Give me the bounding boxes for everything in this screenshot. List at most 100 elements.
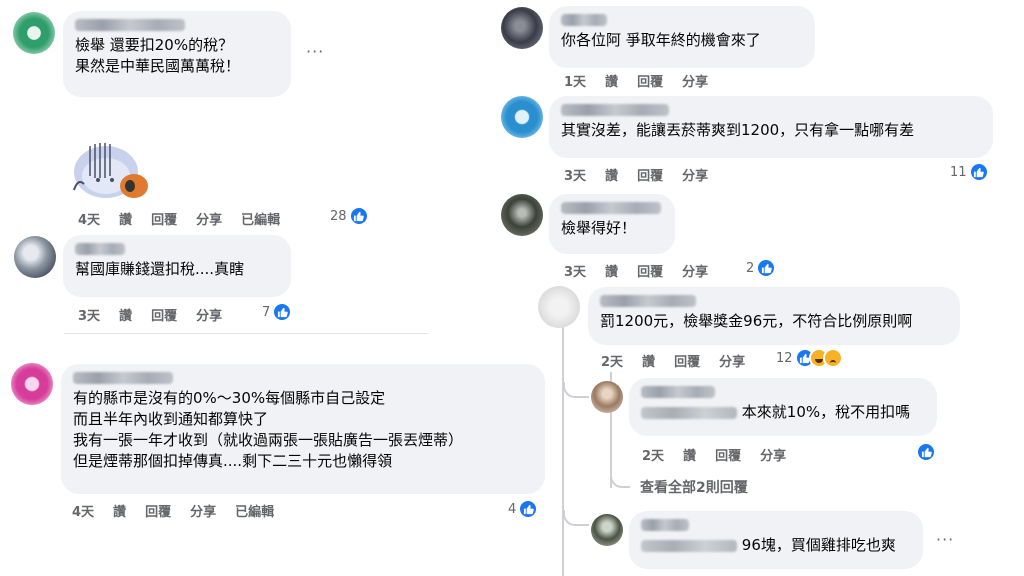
reply-button[interactable]: 回覆	[637, 165, 663, 184]
reply-button[interactable]: 回覆	[637, 71, 663, 90]
commenter-name-blurred[interactable]	[73, 372, 173, 384]
reaction-count-value: 28	[330, 208, 347, 224]
commenter-name-blurred[interactable]	[641, 386, 715, 398]
like-button[interactable]: 讚	[605, 261, 618, 280]
commenter-name-blurred[interactable]	[561, 202, 661, 214]
reaction-count[interactable]: 7	[262, 302, 293, 322]
comment-text: 而且半年內收到通知都算快了	[73, 410, 269, 428]
like-button[interactable]: 讚	[119, 305, 132, 324]
reply-connector	[563, 510, 589, 526]
timestamp[interactable]: 4天	[78, 209, 100, 228]
reaction-count[interactable]: 11	[950, 162, 989, 182]
more-dots-icon[interactable]: ···	[936, 530, 954, 549]
comment-text: 你各位阿 爭取年終的機會來了	[561, 31, 761, 49]
share-button[interactable]: 分享	[682, 165, 708, 184]
comment-actions: 1天 讚 回覆 分享	[564, 71, 727, 90]
like-button[interactable]: 讚	[113, 501, 126, 520]
reply-button[interactable]: 回覆	[145, 501, 171, 520]
reply-text-content: 96塊，買個雞排吃也爽	[741, 536, 896, 554]
separator-line	[64, 333, 428, 334]
like-button[interactable]: 讚	[119, 209, 132, 228]
comment-bubble: 檢舉 還要扣20%的稅？ 果然是中華民國萬萬稅！	[63, 11, 291, 97]
share-button[interactable]: 分享	[196, 305, 222, 324]
avatar[interactable]	[14, 236, 56, 278]
avatar[interactable]	[11, 363, 53, 405]
comment-bubble: 幫國庫賺錢還扣稅....真瞎	[63, 235, 291, 297]
comment-text: 我有一張一年才收到（就收過兩張一張貼廣告一張丟煙蒂）	[73, 431, 464, 449]
like-button[interactable]: 讚	[683, 445, 696, 464]
comment-actions: 4天 讚 回覆 分享 已編輯	[78, 209, 299, 228]
timestamp[interactable]: 2天	[642, 445, 664, 464]
reaction-count[interactable]: 12	[776, 348, 843, 368]
commenter-name-blurred[interactable]	[561, 104, 669, 116]
comment-bubble: 其實沒差，能讓丟菸蒂爽到1200，只有拿一點哪有差	[549, 96, 993, 158]
comment-text: 其實沒差，能讓丟菸蒂爽到1200，只有拿一點哪有差	[561, 121, 915, 139]
reply-connector	[610, 470, 630, 488]
reply-text-content: 本來就10%，稅不用扣嗎	[741, 403, 911, 421]
timestamp[interactable]: 3天	[78, 305, 100, 324]
comment-text: 檢舉得好！	[561, 219, 637, 237]
reply-connector	[563, 382, 589, 398]
avatar[interactable]	[501, 96, 543, 138]
share-button[interactable]: 分享	[190, 501, 216, 520]
reaction-count[interactable]: 2	[746, 258, 777, 278]
share-button[interactable]: 分享	[196, 209, 222, 228]
timestamp[interactable]: 4天	[72, 501, 94, 520]
like-button[interactable]: 讚	[605, 165, 618, 184]
comment-text: 檢舉 還要扣20%的稅？	[75, 36, 234, 54]
comment-actions: 3天 讚 回覆 分享	[564, 261, 727, 280]
commenter-name-blurred[interactable]	[75, 19, 185, 31]
timestamp[interactable]: 3天	[564, 261, 586, 280]
share-button[interactable]: 分享	[760, 445, 786, 464]
blurred-mention[interactable]	[641, 539, 737, 552]
thumbs-up-icon	[272, 302, 293, 322]
comment-actions: 3天 讚 回覆 分享	[78, 305, 241, 324]
commenter-name-blurred[interactable]	[561, 14, 607, 26]
comment-actions: 4天 讚 回覆 分享 已編輯	[72, 501, 293, 520]
reaction-count[interactable]	[914, 442, 936, 462]
reply-button[interactable]: 回覆	[151, 209, 177, 228]
like-button[interactable]: 讚	[642, 351, 655, 370]
reaction-count-value: 7	[262, 304, 271, 320]
reply-button[interactable]: 回覆	[151, 305, 177, 324]
comment-text: 有的縣市是沒有的0%～30%每個縣市自己設定	[73, 389, 386, 407]
avatar[interactable]	[13, 12, 55, 54]
reply-button[interactable]: 回覆	[637, 261, 663, 280]
avatar[interactable]	[501, 7, 543, 49]
reply-bubble: 本來就10%，稅不用扣嗎	[629, 378, 937, 436]
thumbs-up-icon	[756, 258, 777, 278]
reply-button[interactable]: 回覆	[674, 351, 700, 370]
share-button[interactable]: 分享	[719, 351, 745, 370]
share-button[interactable]: 分享	[682, 261, 708, 280]
edited-label: 已編輯	[241, 213, 281, 228]
like-button[interactable]: 讚	[605, 71, 618, 90]
commenter-name-blurred[interactable]	[641, 519, 689, 531]
thumbs-up-icon	[518, 499, 539, 519]
more-dots-icon[interactable]: ···	[306, 42, 324, 61]
avatar[interactable]	[501, 194, 543, 236]
blurred-mention[interactable]	[641, 406, 737, 419]
commenter-name-blurred[interactable]	[600, 295, 696, 307]
timestamp[interactable]: 3天	[564, 165, 586, 184]
share-button[interactable]: 分享	[682, 71, 708, 90]
reply-text: 罰1200元，檢舉獎金96元，不符合比例原則啊	[600, 312, 913, 330]
commenter-name-blurred[interactable]	[75, 243, 125, 255]
comment-bubble: 你各位阿 爭取年終的機會來了	[549, 6, 815, 68]
avatar[interactable]	[538, 286, 580, 328]
reply-bubble: 96塊，買個雞排吃也爽	[629, 511, 923, 569]
timestamp[interactable]: 2天	[601, 351, 623, 370]
reaction-count[interactable]: 4	[508, 499, 539, 519]
comment-bubble: 有的縣市是沒有的0%～30%每個縣市自己設定 而且半年內收到通知都算快了 我有一…	[61, 364, 545, 494]
reply-button[interactable]: 回覆	[715, 445, 741, 464]
reaction-count-value: 2	[746, 260, 755, 276]
sad-reaction-icon	[822, 348, 843, 368]
reaction-count-value: 4	[508, 501, 517, 517]
view-all-replies-link[interactable]: 查看全部2則回覆	[640, 477, 748, 497]
comment-text: 但是煙蒂那個扣掉傳真....剩下二三十元也懶得領	[73, 452, 393, 470]
timestamp[interactable]: 1天	[564, 71, 586, 90]
reply-bubble: 罰1200元，檢舉獎金96元，不符合比例原則啊	[588, 287, 960, 345]
comment-text: 幫國庫賺錢還扣稅....真瞎	[75, 260, 245, 278]
avatar[interactable]	[591, 514, 623, 546]
avatar[interactable]	[591, 381, 623, 413]
reaction-count[interactable]: 28	[330, 206, 369, 226]
